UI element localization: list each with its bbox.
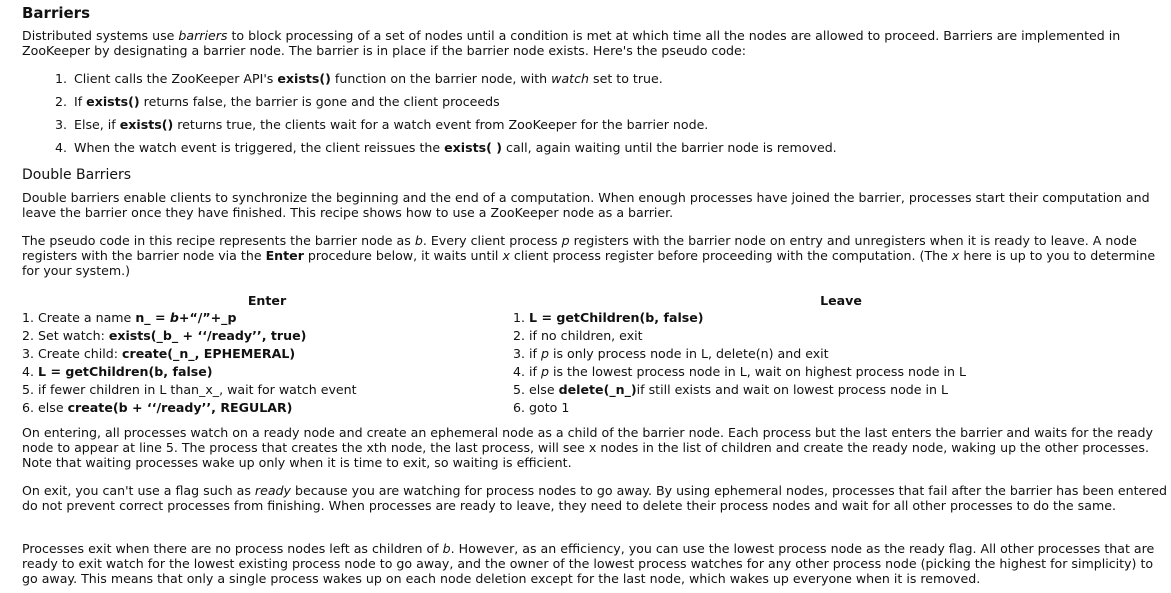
enter-row: 4. L = getChildren(b, false) [22, 364, 512, 382]
text-run: 6. goto 1 [513, 400, 570, 415]
text-run: Double barriers enable clients to synchr… [22, 190, 1150, 220]
enter-row: 6. else create(b + ‘‘/ready’’, REGULAR) [22, 400, 512, 418]
enter-row: 2. Set watch: exists(_b_ + ‘‘/ready’’, t… [22, 328, 512, 346]
text-run: function on the barrier node, with [330, 71, 552, 86]
section-heading-double-barriers: Double Barriers [22, 167, 132, 183]
text-run: is the lowest process node in L, wait on… [548, 364, 966, 379]
list-item: 1. Client calls the ZooKeeper API's exist… [54, 71, 663, 86]
text-run: Processes exit when there are no process… [22, 541, 443, 556]
page-title: Barriers [22, 4, 90, 22]
bold-text: exists( ) [444, 140, 503, 155]
bold-text: create(_n_, EPHEMERAL) [122, 346, 296, 361]
leave-row: 6. goto 1 [513, 400, 1169, 418]
text-run: If [74, 94, 87, 109]
text-run: returns true, the clients wait for a wat… [173, 117, 709, 132]
text-run: 3. Create child: [22, 346, 123, 361]
italic-text: b [414, 233, 423, 248]
italic-text: watch [551, 71, 590, 86]
list-item: 2. If exists() returns false, the barrier… [54, 94, 500, 109]
lowest-node-paragraph: Processes exit when there are no process… [22, 541, 1167, 586]
list-item: 3. Else, if exists() returns true, the cl… [54, 117, 709, 132]
italic-text: barriers [178, 28, 228, 43]
bold-text: exists() [86, 94, 140, 109]
text-run: returns false, the barrier is gone and t… [139, 94, 500, 109]
text-run: 2. Set watch: [22, 328, 109, 343]
enter-header: Enter [247, 293, 287, 308]
bold-text: L = getChildren(b, false) [529, 310, 704, 325]
text-run: if still exists and wait on lowest proce… [636, 382, 949, 397]
text-run: 6. else [22, 400, 68, 415]
bold-text: L = getChildren(b, false) [38, 364, 213, 379]
entering-paragraph: On entering, all processes watch on a re… [22, 425, 1167, 470]
bold-text: exists() [119, 117, 174, 132]
text-run: 1. Create a name [22, 310, 136, 325]
list-item: 4. When the watch event is triggered, the… [54, 140, 837, 155]
text-run: 1. [513, 310, 530, 325]
barrier-steps: 1. Client calls the ZooKeeper API's exist… [22, 71, 837, 163]
bold-text: n_ = [135, 310, 170, 325]
enter-row: 3. Create child: create(_n_, EPHEMERAL) [22, 346, 512, 364]
enter-row: 5. if fewer children in L than_x_, wait … [22, 382, 512, 400]
leave-row: 3. if p is only process node in L, delet… [513, 346, 1169, 364]
italic-text: p [540, 364, 549, 379]
pseudo-code-paragraph: The pseudo code in this recipe represent… [22, 233, 1167, 278]
text-run: The pseudo code in this recipe represent… [22, 233, 415, 248]
bold-text: exists(_b_ + ‘‘/ready’’, true) [108, 328, 307, 343]
leave-row: 5. else delete(_n_)if still exists and w… [513, 382, 1169, 400]
text-run: On exit, you can't use a flag such as [22, 483, 255, 498]
text-run: 2. if no children, exit [513, 328, 643, 343]
bold-text: Enter [265, 248, 304, 263]
text-run: . Every client process [422, 233, 562, 248]
text-run: 4. if [513, 364, 541, 379]
italic-text: ready [254, 483, 291, 498]
leave-header: Leave [820, 293, 862, 308]
text-run: Else, if [74, 117, 120, 132]
intro-paragraph: Distributed systems use barriers to bloc… [22, 28, 1167, 58]
text-run: When the watch event is triggered, the c… [74, 140, 445, 155]
exit-paragraph: On exit, you can't use a flag such as re… [22, 483, 1167, 513]
text-run: set to true. [589, 71, 663, 86]
italic-text: p [561, 233, 570, 248]
text-run: is only process node in L, delete(n) and… [548, 346, 829, 361]
bold-text: delete(_n_) [558, 382, 637, 397]
text-run: 5. else [513, 382, 559, 397]
text-run: procedure below, it waits until [303, 248, 503, 263]
italic-text: p [540, 346, 549, 361]
text-run: 5. if fewer children in L than_x_, wait … [22, 382, 357, 397]
double-barriers-paragraph: Double barriers enable clients to synchr… [22, 190, 1167, 220]
enter-row: 1. Create a name n_ = b+“/”+_p [22, 310, 512, 328]
enter-column: Enter 1. Create a name n_ = b+“/”+_p 2. … [22, 293, 512, 418]
leave-row: 4. if p is the lowest process node in L,… [513, 364, 1169, 382]
text-run: 3. if [513, 346, 541, 361]
bold-text: create(b + ‘‘/ready’’, REGULAR) [67, 400, 293, 415]
text-run: Client calls the ZooKeeper API's [74, 71, 278, 86]
italic-text: b [442, 541, 451, 556]
text-run: 4. [22, 364, 39, 379]
text-run: Distributed systems use [22, 28, 179, 43]
bold-text: b [169, 310, 179, 325]
text-run: client process register before proceedin… [509, 248, 952, 263]
bold-text: exists() [277, 71, 331, 86]
bold-text: +“/”+_p [178, 310, 237, 325]
leave-row: 1. L = getChildren(b, false) [513, 310, 1169, 328]
leave-row: 2. if no children, exit [513, 328, 1169, 346]
text-run: On entering, all processes watch on a re… [22, 425, 1153, 470]
text-run: call, again waiting until the barrier no… [502, 140, 837, 155]
leave-column: Leave 1. L = getChildren(b, false) 2. if… [513, 293, 1169, 418]
italic-text: x [502, 248, 510, 263]
